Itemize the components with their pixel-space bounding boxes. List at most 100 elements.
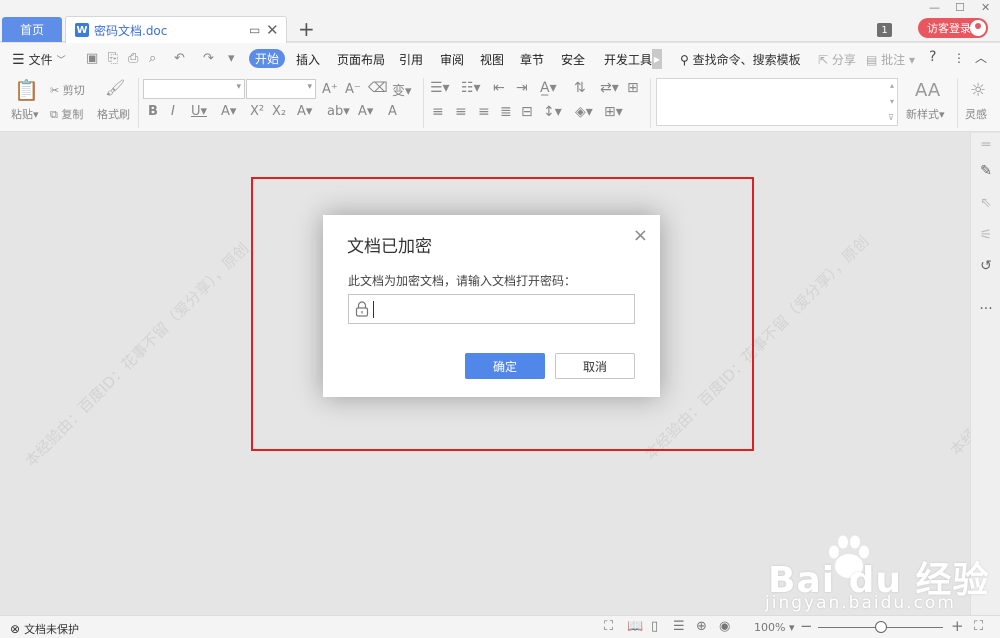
comment-button[interactable]: ▤ 批注 ▾ [866, 51, 915, 68]
maximize-icon[interactable]: ☐ [955, 1, 965, 14]
style-gallery[interactable]: ▴ ▾ ⊽ [656, 78, 898, 126]
format-painter-button[interactable]: 格式刷 [97, 106, 130, 122]
tab-home[interactable]: 首页 [2, 17, 62, 42]
menu-item-page-layout[interactable]: 页面布局 [337, 51, 385, 68]
web-view-icon[interactable]: ⊕ [696, 619, 707, 634]
help-icon[interactable]: ? [929, 49, 936, 65]
page-view-icon[interactable]: ▯ [651, 619, 658, 634]
outline-view-icon[interactable]: ☰ [673, 619, 685, 634]
superscript-icon[interactable]: X² [250, 104, 264, 119]
ok-button[interactable]: 确定 [465, 353, 545, 379]
save-icon[interactable]: ▣ [86, 51, 98, 66]
fullscreen-icon[interactable]: ⛶ [604, 619, 613, 634]
tab-document[interactable]: W 密码文档.doc ▭ ✕ [65, 16, 287, 43]
menu-scroll-right-icon[interactable]: ▶ [652, 49, 662, 69]
italic-icon[interactable]: I [171, 104, 175, 119]
print-preview-icon[interactable]: ⌕ [149, 51, 156, 66]
table-border-icon[interactable]: ⊞ [627, 80, 639, 96]
zoom-slider-handle[interactable] [875, 621, 887, 633]
line-spacing-icon[interactable]: ↕▾ [543, 104, 562, 120]
quick-access-dropdown-icon[interactable]: ▾ [228, 51, 235, 66]
distribute-icon[interactable]: ⊟ [521, 104, 533, 120]
numbered-list-icon[interactable]: ☷▾ [461, 80, 481, 96]
menu-item-review[interactable]: 审阅 [440, 51, 464, 68]
print-icon[interactable]: ⎙ [128, 51, 138, 66]
phonetic-icon[interactable]: 变▾ [392, 80, 412, 99]
menu-item-security[interactable]: 安全 [561, 51, 585, 68]
text-effect-icon[interactable]: A▾ [297, 104, 312, 119]
lightbulb-icon[interactable]: ☼ [970, 80, 986, 101]
tab-pin-icon[interactable]: ▭ [249, 23, 260, 37]
edit-pen-icon[interactable]: ✎ [971, 163, 1000, 179]
gallery-up-icon[interactable]: ▴ [890, 81, 894, 90]
bold-icon[interactable]: B [148, 104, 158, 119]
close-window-icon[interactable]: ✕ [981, 1, 990, 14]
document-protection-status[interactable]: ⊗ 文档未保护 [10, 621, 79, 637]
minimize-icon[interactable]: — [929, 1, 940, 14]
menu-item-view[interactable]: 视图 [480, 51, 504, 68]
window-counter-badge[interactable]: 1 [877, 23, 892, 37]
menu-item-home[interactable]: 开始 [249, 49, 285, 68]
tab-close-icon[interactable]: ✕ [266, 21, 279, 39]
share-button[interactable]: ⇱ 分享 [818, 51, 856, 68]
adjust-icon[interactable]: ⚟ [971, 227, 1000, 243]
visitor-login-button[interactable]: 访客登录 [918, 18, 988, 38]
copy-button[interactable]: ⧉ 复制 [50, 106, 83, 122]
more-options-icon[interactable]: ⋮ [953, 51, 965, 65]
menu-item-insert[interactable]: 插入 [296, 51, 320, 68]
gallery-expand-icon[interactable]: ⊽ [888, 113, 894, 122]
format-painter-icon[interactable]: 🖌 [105, 78, 125, 97]
grow-font-icon[interactable]: A⁺ [322, 82, 338, 97]
collapse-ribbon-icon[interactable]: ︿ [975, 49, 987, 66]
character-shading-icon[interactable]: A [388, 104, 397, 119]
underline-icon[interactable]: U▾ [191, 104, 207, 119]
clear-format-icon[interactable]: ⌫ [368, 80, 388, 96]
history-icon[interactable]: ↺ [971, 258, 1000, 274]
shrink-font-icon[interactable]: A⁻ [345, 82, 361, 97]
gallery-down-icon[interactable]: ▾ [890, 97, 894, 106]
inspiration-button[interactable]: 灵感 [965, 106, 987, 122]
font-size-select[interactable]: ▾ [246, 79, 316, 99]
output-pdf-icon[interactable]: ⎘ [108, 51, 118, 66]
menu-item-chapter[interactable]: 章节 [520, 51, 544, 68]
increase-indent-icon[interactable]: ⇥ [516, 80, 528, 96]
sort-icon[interactable]: ⇅ [574, 80, 586, 96]
undo-icon[interactable]: ↶ [174, 51, 185, 66]
borders-icon[interactable]: ⊞▾ [604, 104, 623, 120]
shading-icon[interactable]: ◈▾ [575, 104, 593, 120]
password-field[interactable] [348, 294, 635, 324]
menu-item-references[interactable]: 引用 [399, 51, 423, 68]
command-search[interactable]: ⚲ 查找命令、搜索模板 [680, 51, 801, 68]
close-icon[interactable]: × [633, 225, 648, 246]
paste-button[interactable]: 粘贴▾ [11, 106, 39, 122]
cut-button[interactable]: ✂ 剪切 [50, 82, 85, 98]
reading-view-icon[interactable]: 📖 [627, 619, 643, 634]
select-cursor-icon[interactable]: ⇖ [971, 195, 1000, 211]
zoom-in-icon[interactable]: + [951, 617, 964, 635]
align-left-icon[interactable]: ≡ [432, 104, 444, 120]
subscript-icon[interactable]: X₂ [272, 104, 286, 119]
highlight-icon[interactable]: ab▾ [327, 104, 350, 119]
zoom-level-select[interactable]: 100% ▾ [754, 621, 794, 634]
new-style-icon[interactable]: AA [915, 80, 940, 101]
more-icon[interactable]: ··· [971, 301, 1000, 317]
cancel-button[interactable]: 取消 [555, 353, 635, 379]
align-center-icon[interactable]: ≡ [455, 104, 467, 120]
bullet-list-icon[interactable]: ☰▾ [430, 80, 450, 96]
new-tab-button[interactable]: + [298, 17, 315, 41]
zoom-out-icon[interactable]: − [800, 617, 813, 635]
redo-icon[interactable]: ↷ [203, 51, 214, 66]
decrease-indent-icon[interactable]: ⇤ [493, 80, 505, 96]
char-spacing-icon[interactable]: A̲▾ [540, 80, 557, 96]
font-family-select[interactable]: ▾ [143, 79, 245, 99]
justify-icon[interactable]: ≣ [500, 104, 512, 120]
new-style-button[interactable]: 新样式▾ [906, 106, 945, 122]
fit-page-icon[interactable]: ⛶ [974, 619, 983, 634]
menu-item-developer[interactable]: 开发工具 [604, 51, 652, 68]
show-hide-icon[interactable]: ⇄▾ [600, 80, 619, 96]
font-color-icon[interactable]: A▾ [358, 104, 373, 119]
strikethrough-icon[interactable]: A▾ [221, 104, 236, 119]
paste-icon[interactable]: 📋 [14, 78, 39, 102]
align-right-icon[interactable]: ≡ [478, 104, 490, 120]
eye-protection-icon[interactable]: ◉ [719, 619, 730, 634]
